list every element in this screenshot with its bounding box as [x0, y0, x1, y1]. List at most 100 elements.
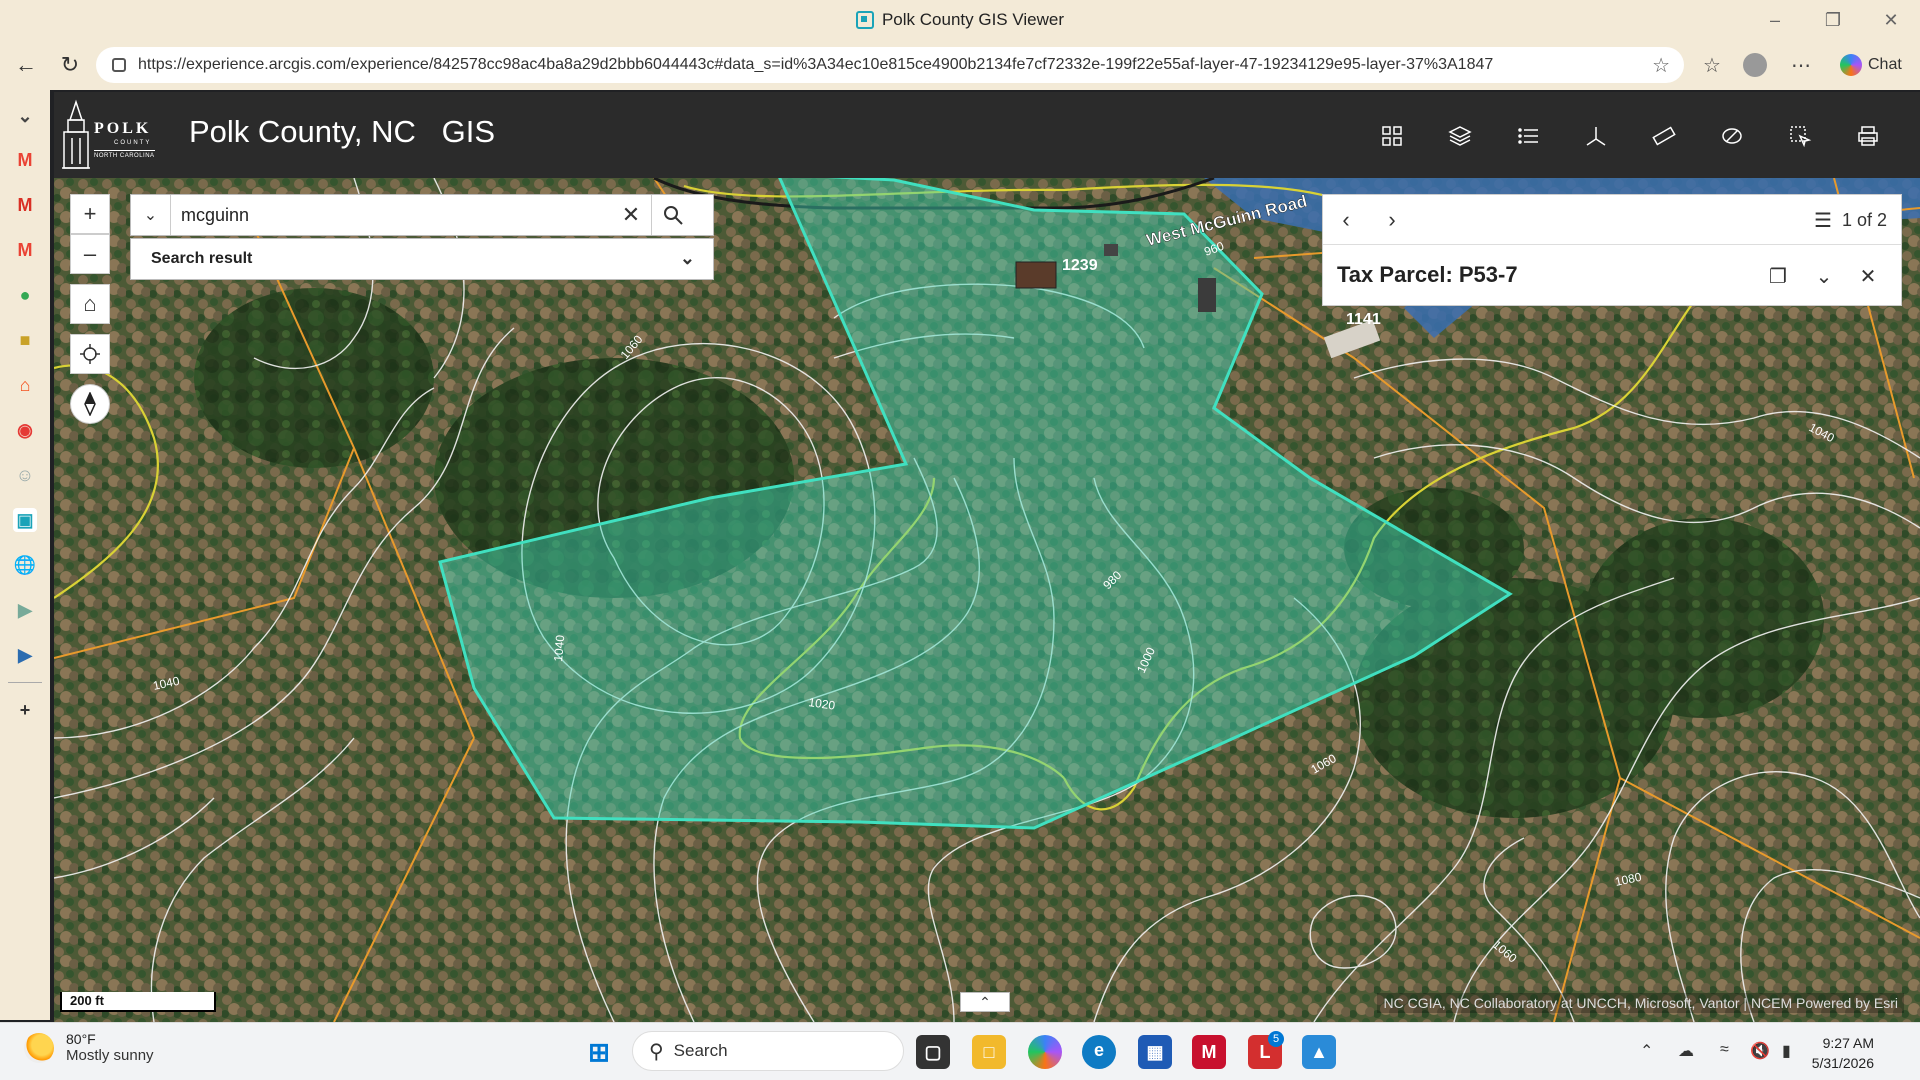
- app-title: Polk County, NC GIS: [189, 114, 496, 149]
- app-shortcut-icon[interactable]: ■: [13, 328, 37, 352]
- address-bar[interactable]: https://experience.arcgis.com/experience…: [96, 47, 1684, 83]
- app-icon: [855, 11, 874, 29]
- sun-icon: [24, 1032, 54, 1063]
- compass-button[interactable]: [70, 384, 110, 424]
- show-hidden-icons[interactable]: ⌃: [1640, 1041, 1653, 1061]
- app-shortcut-icon-3[interactable]: ▶: [13, 598, 37, 622]
- gis-viewer-app-icon[interactable]: ▣: [13, 508, 37, 532]
- sidebar-divider: [8, 682, 42, 683]
- photos-app-icon[interactable]: ▲: [1302, 1035, 1336, 1069]
- search-input[interactable]: [171, 196, 611, 234]
- zoom-out-button[interactable]: –: [70, 234, 110, 274]
- collapse-popup-button[interactable]: ⌄: [1809, 261, 1839, 291]
- zoom-in-button[interactable]: +: [70, 194, 110, 234]
- logo-state: NORTH CAROLINA: [94, 150, 155, 159]
- window-titlebar: Polk County GIS Viewer – ❐ ✕: [0, 0, 1920, 40]
- map-attribution: NC CGIA, NC Collaboratory at UNCCH, Micr…: [1377, 993, 1904, 1013]
- edge-sidebar: ⌄ M M M ● ■ ⌂ ◉ ☺ ▣ 🌐 ▶ ▶ +: [0, 90, 50, 1020]
- chevron-down-icon: ⌄: [679, 248, 695, 268]
- taskbar-search[interactable]: ⚲ Search: [632, 1031, 904, 1071]
- locate-icon: [80, 344, 100, 364]
- layers-icon[interactable]: [1440, 116, 1480, 156]
- copilot-icon[interactable]: [1028, 1035, 1062, 1069]
- my-location-button[interactable]: [70, 334, 110, 374]
- more-menu-icon[interactable]: ⋯: [1784, 48, 1818, 82]
- favorite-star-icon[interactable]: ☆: [1652, 53, 1670, 78]
- home-extent-button[interactable]: ⌂: [70, 284, 110, 324]
- notification-badge: 5: [1268, 1031, 1284, 1047]
- gmail-icon[interactable]: M: [13, 148, 37, 172]
- draw-icon[interactable]: [1712, 116, 1752, 156]
- close-popup-button[interactable]: ✕: [1853, 261, 1883, 291]
- taskbar-search-label: Search: [673, 1041, 728, 1060]
- add-shortcut-icon[interactable]: +: [13, 698, 37, 722]
- file-explorer-icon[interactable]: □: [972, 1035, 1006, 1069]
- battery-icon[interactable]: ▮: [1782, 1041, 1791, 1061]
- favorites-icon[interactable]: ☆: [1695, 48, 1729, 82]
- profile-avatar-icon[interactable]: [1738, 48, 1772, 82]
- globe-icon[interactable]: 🌐: [13, 553, 37, 577]
- basemap-gallery-icon[interactable]: [1372, 116, 1412, 156]
- clear-search-button[interactable]: ✕: [611, 195, 651, 235]
- print-icon[interactable]: [1848, 116, 1888, 156]
- dock-popup-button[interactable]: ❐: [1763, 261, 1793, 291]
- task-view-icon[interactable]: ▢: [916, 1035, 950, 1069]
- legend-list-icon[interactable]: [1508, 116, 1548, 156]
- weather-temp: 80°F: [66, 1031, 96, 1047]
- search-result-label: Search result: [151, 250, 253, 267]
- search-result-dropdown[interactable]: Search result ⌄: [130, 238, 714, 280]
- home-icon: ⌂: [83, 291, 97, 316]
- gmail-icon-3[interactable]: M: [13, 238, 37, 262]
- edge-browser-icon[interactable]: e: [1082, 1035, 1116, 1069]
- wifi-icon[interactable]: ≈: [1720, 1041, 1729, 1059]
- search-button[interactable]: [651, 195, 693, 235]
- volume-muted-icon[interactable]: 🔇: [1750, 1041, 1770, 1061]
- polk-county-logo: POLK COUNTY NORTH CAROLINA: [58, 98, 168, 174]
- mcafee-icon[interactable]: M: [1192, 1035, 1226, 1069]
- maximize-button[interactable]: ❐: [1804, 0, 1862, 40]
- windows-taskbar: 80°F Mostly sunny ⊞ ⚲ Search ▢ □ e ▦ M L…: [0, 1022, 1920, 1080]
- contour-label: 1040: [551, 634, 567, 662]
- target-app-icon[interactable]: ◉: [13, 418, 37, 442]
- coordinate-icon[interactable]: [1576, 116, 1616, 156]
- weather-desc: Mostly sunny: [66, 1047, 154, 1064]
- back-button[interactable]: ←: [4, 43, 48, 87]
- compass-icon: [84, 392, 96, 416]
- copilot-icon: [1840, 54, 1862, 76]
- search-icon: ⚲: [649, 1040, 664, 1063]
- minimize-button[interactable]: –: [1746, 0, 1804, 40]
- previous-feature-button[interactable]: ‹: [1323, 197, 1369, 243]
- app-shortcut-icon-4[interactable]: ▶: [13, 643, 37, 667]
- expand-panel-button[interactable]: ⌃: [960, 992, 1010, 1012]
- start-button[interactable]: ⊞: [582, 1035, 616, 1069]
- collapse-chevron-icon[interactable]: ⌄: [13, 104, 37, 128]
- feature-pager[interactable]: ☰ 1 of 2: [1814, 208, 1887, 233]
- search-icon: [663, 206, 683, 225]
- clock-date: 5/31/2026: [1811, 1055, 1874, 1071]
- store-icon[interactable]: ▦: [1138, 1035, 1172, 1069]
- weather-widget[interactable]: 80°F Mostly sunny: [24, 1031, 154, 1064]
- app-shortcut-icon-2[interactable]: ☺: [13, 463, 37, 487]
- close-window-button[interactable]: ✕: [1862, 0, 1920, 40]
- map-view[interactable]: West McGuinn Road 1239 1141 1060 1040 96…: [54, 178, 1920, 1022]
- chat-label: Chat: [1868, 56, 1902, 73]
- measure-icon[interactable]: [1644, 116, 1684, 156]
- clock-time: 9:27 AM: [1822, 1035, 1874, 1051]
- search-source-dropdown[interactable]: ⌄: [131, 195, 171, 235]
- next-feature-button[interactable]: ›: [1369, 197, 1415, 243]
- feature-popup: ‹ › ☰ 1 of 2 Tax Parcel: P53-7 ❐ ⌄ ✕: [1322, 194, 1902, 306]
- gmail-icon-2[interactable]: M: [13, 193, 37, 217]
- system-clock[interactable]: 9:27 AM 5/31/2026: [1812, 1033, 1874, 1073]
- home-app-icon[interactable]: ⌂: [13, 373, 37, 397]
- select-icon[interactable]: [1780, 116, 1820, 156]
- scale-bar: 200 ft: [60, 992, 216, 1012]
- app-header: POLK COUNTY NORTH CAROLINA Polk County, …: [54, 92, 1920, 178]
- window-title: Polk County GIS Viewer: [881, 10, 1065, 29]
- copilot-chat-button[interactable]: Chat: [1830, 49, 1912, 81]
- maps-pin-icon[interactable]: ●: [13, 283, 37, 307]
- address-label-1239: 1239: [1062, 257, 1098, 274]
- onedrive-icon[interactable]: ☁: [1678, 1041, 1694, 1061]
- url-text: https://experience.arcgis.com/experience…: [138, 56, 1494, 73]
- site-info-icon[interactable]: [112, 58, 126, 72]
- reload-button[interactable]: ↻: [48, 43, 92, 87]
